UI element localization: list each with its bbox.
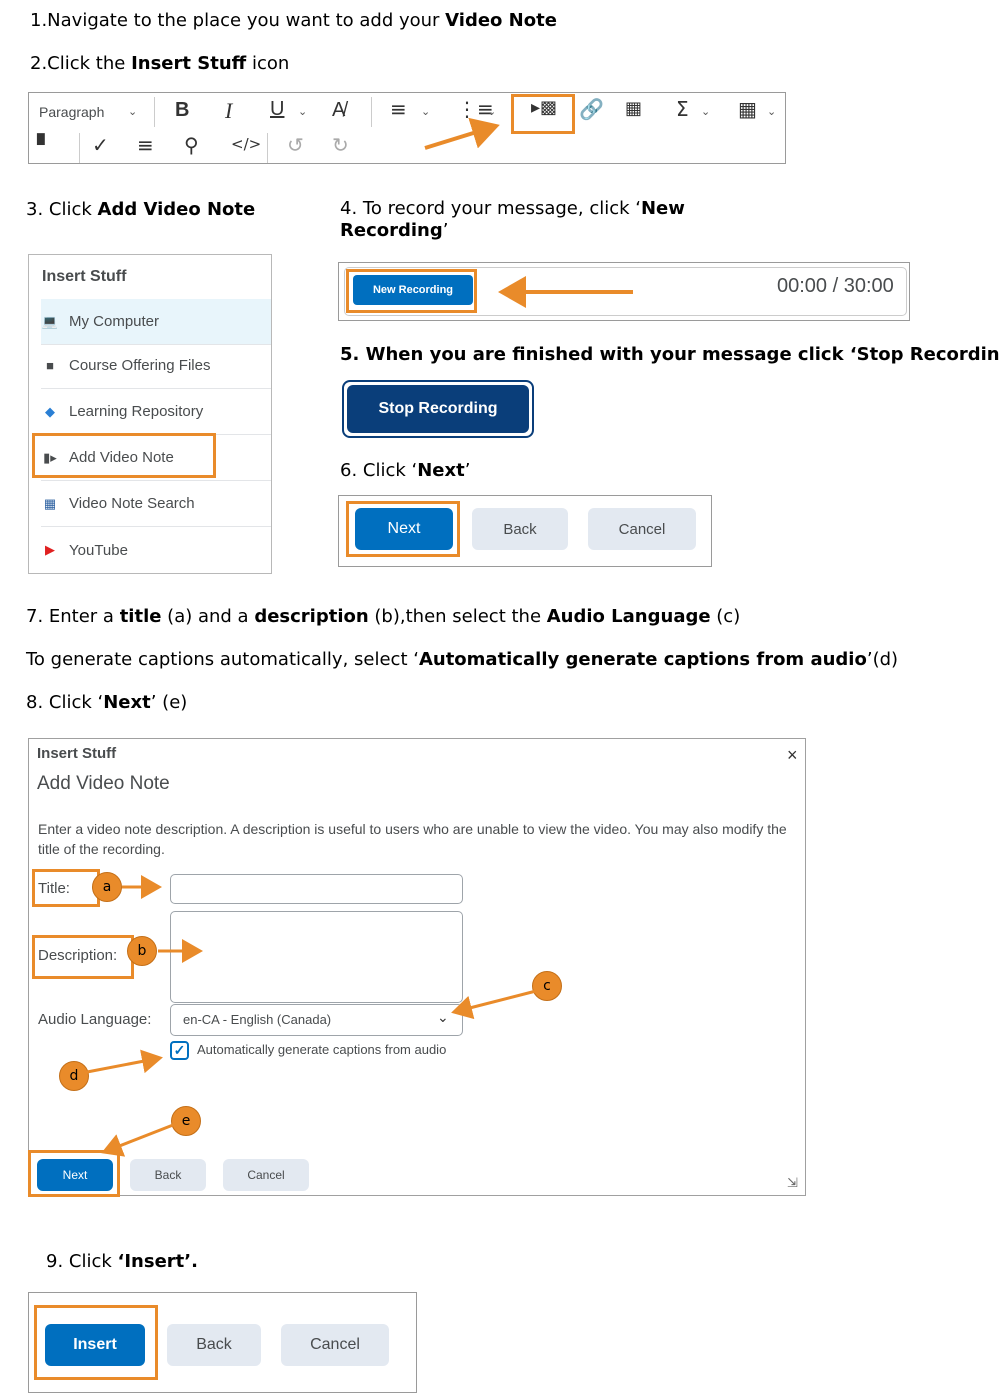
step-1-text: 1.Navigate to the place you want to add …	[30, 10, 557, 31]
step-4-text: 4. To record your message, click ‘New Re…	[340, 198, 685, 241]
back-button[interactable]: Back	[472, 508, 568, 550]
step-3-text: 3. Click Add Video Note	[26, 199, 256, 220]
dialog-back-button[interactable]: Back	[130, 1159, 206, 1191]
menu-item-my-computer[interactable]: 💻 My Computer	[41, 299, 271, 345]
menu-item-label: Course Offering Files	[69, 357, 211, 374]
step-7-text: 7. Enter a title (a) and a description (…	[26, 606, 741, 627]
dialog-description: Enter a video note description. A descri…	[38, 821, 787, 857]
chevron-down-icon[interactable]: ⌄	[701, 105, 710, 118]
marker-e: e	[171, 1106, 201, 1136]
folder-icon: ■	[46, 358, 54, 373]
stop-recording-button[interactable]: Stop Recording	[347, 385, 529, 433]
chevron-down-icon[interactable]: ⌄	[128, 105, 137, 118]
audio-language-select[interactable]: en-CA - English (Canada) ⌄	[170, 1004, 463, 1036]
step-6-text: 6. Click ‘Next’	[340, 460, 471, 481]
dialog-title: Add Video Note	[37, 773, 170, 794]
menu-item-label: My Computer	[69, 313, 160, 330]
format-select[interactable]: Paragraph	[39, 104, 104, 120]
menu-item-label: Learning Repository	[69, 403, 204, 420]
insert-stuff-menu: Insert Stuff 💻 My Computer ■ Course Offe…	[28, 254, 272, 574]
youtube-icon: ▶	[45, 542, 55, 557]
title-input[interactable]	[170, 874, 463, 904]
menu-item-youtube[interactable]: ▶ YouTube	[41, 527, 271, 573]
close-icon[interactable]: ×	[787, 745, 798, 766]
add-video-note-dialog: Insert Stuff × Add Video Note Enter a vi…	[28, 738, 806, 1196]
chevron-down-icon[interactable]: ⌄	[298, 105, 307, 118]
highlight-insert-stuff	[511, 94, 575, 134]
recording-timer: 00:00 / 30:00	[777, 275, 894, 297]
menu-item-label: YouTube	[69, 541, 128, 559]
editor-toolbar: Paragraph ⌄ B I U ⌄ A̸ ≡ ⌄ ⋮≡ ⌄ ▸▩ 🔗 ▦ Σ…	[28, 92, 786, 164]
computer-icon: 💻	[41, 313, 59, 329]
marker-b: b	[127, 936, 157, 966]
insert-cancel-button[interactable]: Cancel	[281, 1324, 389, 1366]
underline-icon[interactable]: U	[270, 99, 284, 119]
highlight-add-video-note	[32, 433, 216, 478]
format-painter-icon[interactable]: ▘	[37, 135, 52, 155]
menu-item-learning-repository[interactable]: ◆ Learning Repository	[41, 389, 271, 435]
step-8-text: 8. Click ‘Next’ (e)	[26, 692, 188, 713]
italic-icon[interactable]: I	[225, 100, 232, 122]
menu-item-course-files[interactable]: ■ Course Offering Files	[41, 343, 271, 389]
step-2-text: 2.Click the Insert Stuff icon	[30, 53, 290, 74]
captions-label: Automatically generate captions from aud…	[197, 1042, 447, 1057]
bold-icon[interactable]: B	[175, 100, 189, 120]
line-height-icon[interactable]: ≡	[137, 135, 154, 155]
chevron-down-icon[interactable]: ⌄	[487, 105, 496, 118]
highlight-title-label	[32, 869, 100, 907]
align-icon[interactable]: ≡	[390, 99, 407, 119]
insert-back-button[interactable]: Back	[167, 1324, 261, 1366]
dialog-cancel-button[interactable]: Cancel	[223, 1159, 309, 1191]
description-textarea[interactable]	[170, 911, 463, 1003]
dialog-header: Insert Stuff	[37, 745, 117, 762]
captions-checkbox[interactable]: ✓	[170, 1041, 189, 1060]
marker-a: a	[92, 872, 122, 902]
cancel-button[interactable]: Cancel	[588, 508, 696, 550]
step-7b-text: To generate captions automatically, sele…	[26, 649, 899, 670]
undo-icon[interactable]: ↺	[287, 135, 304, 155]
chevron-down-icon[interactable]: ⌄	[421, 105, 430, 118]
highlight-dialog-next	[28, 1150, 120, 1197]
audio-language-value: en-CA - English (Canada)	[183, 1012, 332, 1027]
highlight-next	[346, 501, 460, 557]
marker-c: c	[532, 971, 562, 1001]
equation-icon[interactable]: Σ	[676, 99, 689, 119]
step-9-text: 9. Click ‘Insert’.	[46, 1251, 198, 1272]
redo-icon[interactable]: ↻	[332, 135, 349, 155]
find-icon[interactable]: ⚲	[184, 135, 199, 155]
marker-d: d	[59, 1061, 89, 1091]
repository-icon: ◆	[45, 403, 55, 419]
highlight-new-recording	[346, 269, 477, 313]
step-5-text: 5. When you are finished with your messa…	[340, 344, 1000, 365]
audio-language-label: Audio Language:	[38, 1011, 152, 1028]
link-icon[interactable]: 🔗	[579, 99, 604, 119]
image-icon[interactable]: ▦	[625, 100, 642, 118]
menu-item-video-note-search[interactable]: ▦ Video Note Search	[41, 481, 271, 527]
menu-title: Insert Stuff	[42, 268, 127, 285]
spellcheck-icon[interactable]: ✓	[92, 135, 109, 155]
resize-handle-icon[interactable]: ⇲	[787, 1175, 798, 1191]
text-style-icon[interactable]: A̸	[332, 100, 345, 120]
menu-item-label: Video Note Search	[69, 495, 195, 512]
video-search-icon: ▦	[43, 495, 57, 511]
chevron-down-icon[interactable]: ⌄	[767, 105, 776, 118]
table-icon[interactable]: ▦	[738, 99, 757, 119]
highlight-description-label	[32, 935, 134, 979]
chevron-down-icon: ⌄	[437, 1009, 449, 1025]
highlight-insert	[34, 1305, 158, 1380]
source-code-icon[interactable]: </>	[231, 137, 261, 152]
